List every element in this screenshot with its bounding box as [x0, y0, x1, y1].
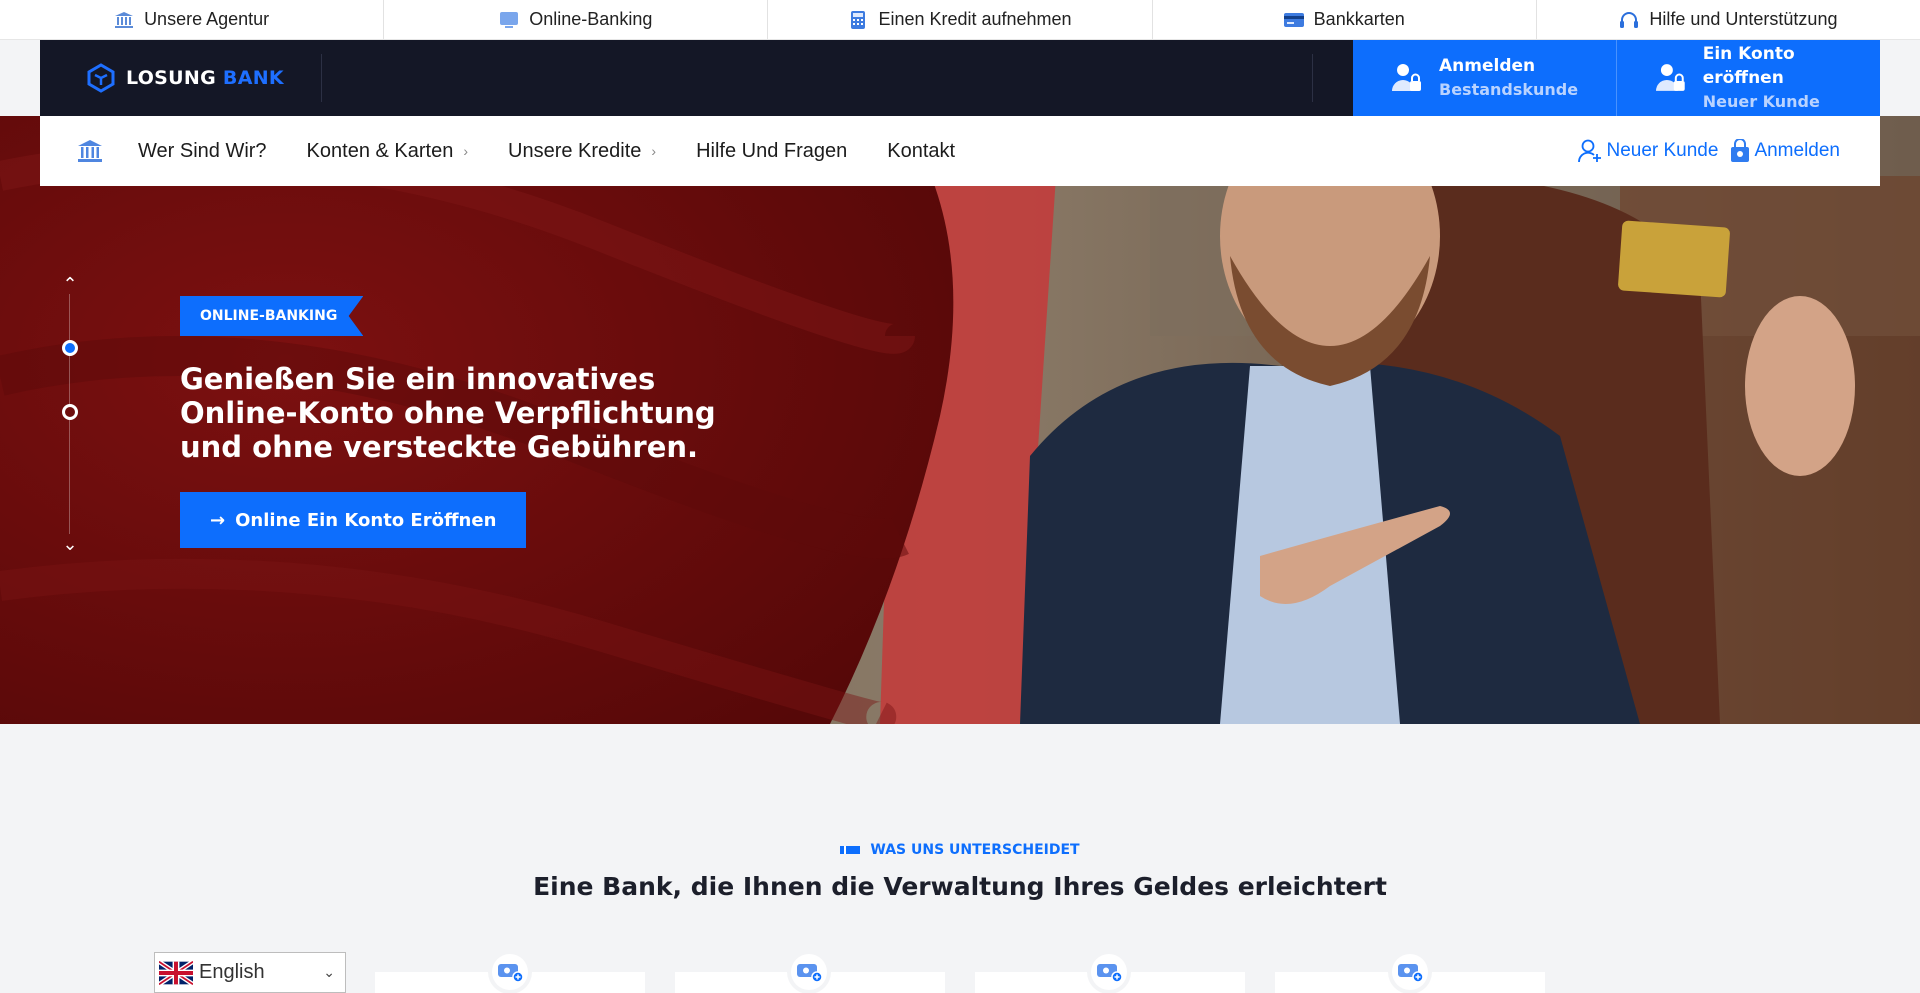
- topbar-link-label: Bankkarten: [1313, 9, 1405, 29]
- header-spacer: [322, 54, 1313, 102]
- chevron-down-icon: ⌄: [323, 964, 335, 980]
- hero-button-label: Online Ein Konto Eröffnen: [235, 509, 497, 531]
- user-plus-icon: [1578, 139, 1602, 163]
- login-link[interactable]: Anmelden: [1730, 139, 1840, 163]
- open-account-title: Ein Konto eröffnen: [1702, 44, 1795, 88]
- home-bank-icon[interactable]: [76, 138, 104, 164]
- chevron-right-icon: ›: [651, 143, 657, 159]
- feature-card-icon: [1091, 954, 1127, 990]
- money-plus-icon: [1097, 964, 1122, 983]
- money-plus-icon: [1398, 964, 1423, 983]
- topbar-link-label: Hilfe und Unterstützung: [1649, 9, 1838, 29]
- user-lock-icon: [1655, 64, 1685, 91]
- topbar-link-agentur[interactable]: Unsere Agentur: [0, 0, 385, 39]
- slider-up-arrow-icon[interactable]: ⌃: [60, 274, 80, 294]
- user-lock-icon: [1392, 64, 1421, 91]
- nav-item-unsere-kredite[interactable]: Unsere Kredite ›: [508, 140, 656, 163]
- slider-down-arrow-icon[interactable]: ⌄: [60, 534, 80, 554]
- nav-item-hilfe-fragen[interactable]: Hilfe Und Fragen: [696, 140, 847, 163]
- slider-dot-2[interactable]: [62, 404, 78, 420]
- login-subtitle: Bestandskunde: [1439, 80, 1579, 99]
- calculator-icon: [851, 10, 866, 29]
- feature-card-icon: [1392, 954, 1428, 990]
- topbar-link-bankkarten[interactable]: Bankkarten: [1153, 0, 1537, 39]
- arrow-right-icon: →: [210, 509, 226, 531]
- feature-card-icon: [791, 954, 827, 990]
- section-title: Eine Bank, die Ihnen die Verwaltung Ihre…: [533, 872, 1387, 901]
- hero-tag: ONLINE-BANKING: [180, 296, 364, 336]
- login-lock-icon: [1731, 139, 1750, 162]
- main-header: LOSUNG BANK Anmelden Bestandskunde Ein K…: [40, 40, 1880, 116]
- top-utility-bar: Unsere Agentur Online-Banking Einen Kred…: [0, 0, 1920, 40]
- topbar-link-label: Online-Banking: [529, 9, 653, 29]
- login-existing-customer-button[interactable]: Anmelden Bestandskunde: [1353, 40, 1616, 116]
- topbar-link-kredit[interactable]: Einen Kredit aufnehmen: [768, 0, 1153, 39]
- topbar-link-label: Unsere Agentur: [144, 9, 270, 29]
- open-account-online-button[interactable]: → Online Ein Konto Eröffnen: [180, 492, 527, 548]
- nav-item-konten-karten[interactable]: Konten & Karten ›: [307, 140, 468, 163]
- language-selector[interactable]: English ⌄: [154, 952, 346, 993]
- logo-mark-icon: [87, 63, 115, 93]
- topbar-link-label: Einen Kredit aufnehmen: [878, 9, 1072, 29]
- open-account-subtitle: Neuer Kunde: [1702, 92, 1820, 111]
- topbar-link-hilfe[interactable]: Hilfe und Unterstützung: [1537, 0, 1920, 39]
- features-section: WAS UNS UNTERSCHEIDET Eine Bank, die Ihn…: [0, 724, 1920, 993]
- login-title: Anmelden: [1439, 56, 1536, 76]
- hero-slider-controls: ⌃ ⌄: [60, 274, 80, 560]
- topbar-link-online-banking[interactable]: Online-Banking: [384, 0, 769, 39]
- headset-icon: [1620, 11, 1639, 28]
- money-plus-icon: [797, 964, 822, 983]
- nav-item-wer-sind-wir[interactable]: Wer Sind Wir?: [138, 140, 267, 163]
- hero-title: Genießen Sie ein innovatives Online-Kont…: [180, 362, 716, 464]
- bank-icon: [115, 11, 134, 28]
- language-label: English: [199, 961, 265, 983]
- feature-card-icon: [492, 954, 528, 990]
- credit-card-icon: [1283, 12, 1304, 27]
- section-eyebrow: WAS UNS UNTERSCHEIDET: [0, 842, 1920, 858]
- money-plus-icon: [498, 964, 523, 983]
- main-navbar: Wer Sind Wir? Konten & Karten › Unsere Kr…: [40, 116, 1880, 186]
- hero-content: ONLINE-BANKING Genießen Sie ein innovati…: [180, 296, 780, 548]
- uk-flag-icon: [159, 960, 193, 985]
- nav-account-links: Neuer Kunde Anmelden: [1578, 138, 1880, 164]
- eyebrow-mark-icon: [840, 846, 861, 854]
- header-cta: Anmelden Bestandskunde Ein Konto eröffne…: [1353, 40, 1880, 116]
- slider-dot-1[interactable]: [62, 340, 78, 356]
- monitor-icon: [500, 11, 519, 28]
- logo-text: LOSUNG BANK: [126, 67, 284, 89]
- nav-item-kontakt[interactable]: Kontakt: [887, 140, 955, 163]
- open-account-button[interactable]: Ein Konto eröffnen Neuer Kunde: [1616, 40, 1880, 116]
- new-customer-link[interactable]: Neuer Kunde: [1578, 138, 1718, 164]
- chevron-right-icon: ›: [463, 143, 468, 159]
- logo[interactable]: LOSUNG BANK: [40, 54, 322, 102]
